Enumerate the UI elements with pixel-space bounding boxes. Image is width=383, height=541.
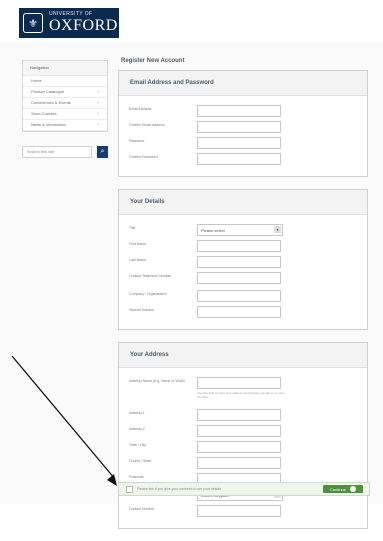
contact-number-input[interactable]: [197, 505, 281, 517]
annotation-arrow: [11, 355, 117, 486]
annotation-arrow-head: [107, 474, 117, 486]
contact-number-field: Contact Number: [129, 505, 357, 521]
field-label: Contact Number: [129, 507, 155, 511]
annotation-arrow-line: [11, 355, 116, 480]
